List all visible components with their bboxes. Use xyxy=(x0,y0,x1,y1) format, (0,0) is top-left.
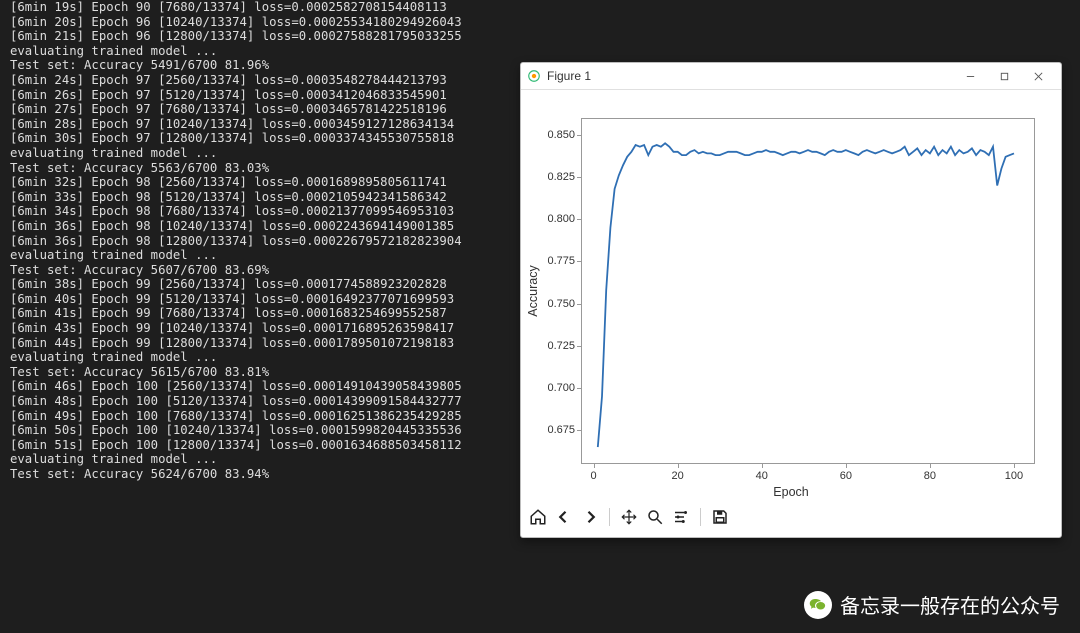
terminal-line: [6min 51s] Epoch 100 [12800/13374] loss=… xyxy=(10,438,550,453)
terminal-line: [6min 24s] Epoch 97 [2560/13374] loss=0.… xyxy=(10,73,550,88)
terminal-line: [6min 44s] Epoch 99 [12800/13374] loss=0… xyxy=(10,336,550,351)
terminal-line: [6min 26s] Epoch 97 [5120/13374] loss=0.… xyxy=(10,88,550,103)
forward-icon[interactable] xyxy=(581,508,599,526)
terminal-line: [6min 48s] Epoch 100 [5120/13374] loss=0… xyxy=(10,394,550,409)
terminal-line: Test set: Accuracy 5624/6700 83.94% xyxy=(10,467,550,482)
terminal-line: evaluating trained model ... xyxy=(10,146,550,161)
terminal-line: evaluating trained model ... xyxy=(10,452,550,467)
terminal-line: [6min 46s] Epoch 100 [2560/13374] loss=0… xyxy=(10,379,550,394)
terminal-line: [6min 19s] Epoch 90 [7680/13374] loss=0.… xyxy=(10,0,550,15)
terminal-line: [6min 30s] Epoch 97 [12800/13374] loss=0… xyxy=(10,131,550,146)
terminal-line: [6min 40s] Epoch 99 [5120/13374] loss=0.… xyxy=(10,292,550,307)
terminal-line: Test set: Accuracy 5491/6700 81.96% xyxy=(10,58,550,73)
figure-window: Figure 1 0.6750.7000.7250.7500.7750.8000… xyxy=(520,62,1062,538)
y-axis-label: Accuracy xyxy=(526,265,540,316)
terminal-line: [6min 28s] Epoch 97 [10240/13374] loss=0… xyxy=(10,117,550,132)
back-icon[interactable] xyxy=(555,508,573,526)
matplotlib-icon xyxy=(527,69,541,83)
close-button[interactable] xyxy=(1021,63,1055,89)
terminal-line: [6min 43s] Epoch 99 [10240/13374] loss=0… xyxy=(10,321,550,336)
minimize-button[interactable] xyxy=(953,63,987,89)
plot-area: 0.6750.7000.7250.7500.7750.8000.8250.850… xyxy=(581,118,1035,464)
terminal-line: [6min 36s] Epoch 98 [10240/13374] loss=0… xyxy=(10,219,550,234)
terminal-line: evaluating trained model ... xyxy=(10,248,550,263)
terminal-line: [6min 34s] Epoch 98 [7680/13374] loss=0.… xyxy=(10,204,550,219)
terminal-line: [6min 21s] Epoch 96 [12800/13374] loss=0… xyxy=(10,29,550,44)
terminal-line: [6min 41s] Epoch 99 [7680/13374] loss=0.… xyxy=(10,306,550,321)
terminal-line: [6min 27s] Epoch 97 [7680/13374] loss=0.… xyxy=(10,102,550,117)
terminal-line: [6min 20s] Epoch 96 [10240/13374] loss=0… xyxy=(10,15,550,30)
terminal-line: Test set: Accuracy 5615/6700 83.81% xyxy=(10,365,550,380)
terminal-line: [6min 50s] Epoch 100 [10240/13374] loss=… xyxy=(10,423,550,438)
line-chart-svg xyxy=(581,118,1035,464)
configure-icon[interactable] xyxy=(672,508,690,526)
terminal-line: [6min 33s] Epoch 98 [5120/13374] loss=0.… xyxy=(10,190,550,205)
terminal-line: [6min 38s] Epoch 99 [2560/13374] loss=0.… xyxy=(10,277,550,292)
maximize-button[interactable] xyxy=(987,63,1021,89)
watermark-text: 备忘录一般存在的公众号 xyxy=(840,590,1060,619)
terminal-line: Test set: Accuracy 5607/6700 83.69% xyxy=(10,263,550,278)
terminal-line: [6min 32s] Epoch 98 [2560/13374] loss=0.… xyxy=(10,175,550,190)
terminal-line: Test set: Accuracy 5563/6700 83.03% xyxy=(10,161,550,176)
plot-toolbar xyxy=(529,503,729,531)
figure-titlebar[interactable]: Figure 1 xyxy=(521,63,1061,90)
pan-icon[interactable] xyxy=(620,508,638,526)
figure-title: Figure 1 xyxy=(547,69,953,83)
save-icon[interactable] xyxy=(711,508,729,526)
terminal-line: [6min 36s] Epoch 98 [12800/13374] loss=0… xyxy=(10,234,550,249)
terminal-line: [6min 49s] Epoch 100 [7680/13374] loss=0… xyxy=(10,409,550,424)
terminal-line: evaluating trained model ... xyxy=(10,350,550,365)
terminal-output: [6min 19s] Epoch 90 [7680/13374] loss=0.… xyxy=(0,0,560,633)
terminal-line: evaluating trained model ... xyxy=(10,44,550,59)
zoom-icon[interactable] xyxy=(646,508,664,526)
home-icon[interactable] xyxy=(529,508,547,526)
watermark: 备忘录一般存在的公众号 xyxy=(804,590,1060,619)
wechat-icon xyxy=(804,591,832,619)
x-axis-label: Epoch xyxy=(773,485,808,499)
